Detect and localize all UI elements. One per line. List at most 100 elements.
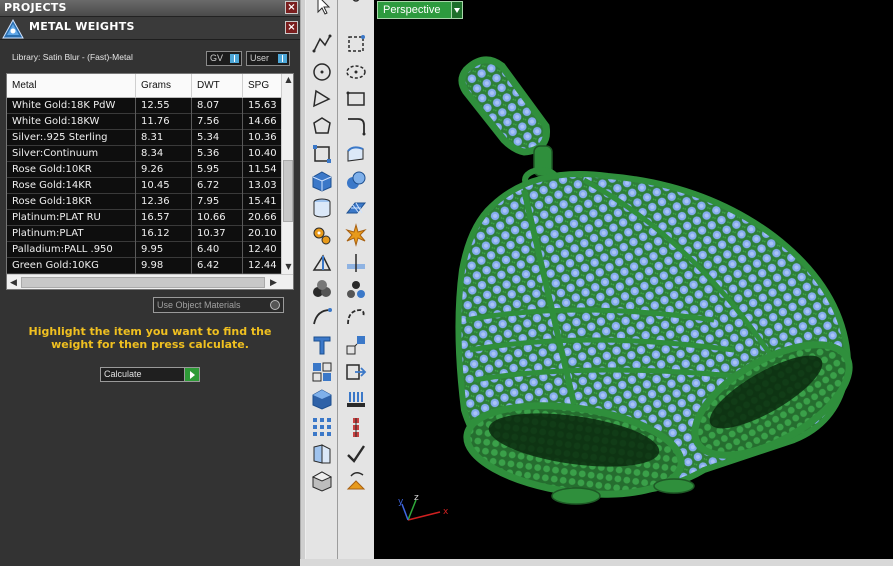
pointer-icon[interactable] bbox=[309, 0, 335, 18]
calculate-button[interactable]: Calculate bbox=[100, 367, 200, 382]
dashed-square-icon[interactable] bbox=[343, 31, 369, 57]
boxes-icon[interactable] bbox=[309, 359, 335, 385]
use-object-materials-label: Use Object Materials bbox=[157, 300, 241, 310]
pendant-bells bbox=[455, 171, 853, 505]
column-stack-icon[interactable] bbox=[343, 414, 369, 440]
grid-array-icon[interactable] bbox=[309, 414, 335, 440]
scroll-left-icon[interactable]: ◀ bbox=[7, 275, 20, 289]
cell-spg: 11.54 bbox=[243, 162, 283, 178]
calculate-label: Calculate bbox=[104, 369, 142, 379]
starburst-icon[interactable] bbox=[343, 222, 369, 248]
projects-close-icon[interactable]: × bbox=[285, 1, 298, 14]
metal-table: Metal Grams DWT SPG White Gold:18K PdW 12… bbox=[6, 73, 294, 290]
3d-viewport[interactable]: Perspective x z y bbox=[374, 0, 893, 566]
table-row[interactable]: White Gold:18KW 11.76 7.56 14.66 bbox=[7, 114, 283, 130]
prongs-icon[interactable] bbox=[343, 386, 369, 412]
rectangle-icon[interactable] bbox=[343, 86, 369, 112]
x-axis-label: x bbox=[443, 507, 449, 517]
ellipse-dashed-icon[interactable] bbox=[343, 59, 369, 85]
book-panel-icon[interactable] bbox=[309, 441, 335, 467]
user-switch-icon bbox=[278, 54, 287, 63]
cube-icon[interactable] bbox=[309, 168, 335, 194]
column-header-spg[interactable]: SPG bbox=[243, 74, 283, 98]
table-row[interactable]: Rose Gold:10KR 9.26 5.95 11.54 bbox=[7, 162, 283, 178]
cell-spg: 20.10 bbox=[243, 226, 283, 242]
gears-icon[interactable] bbox=[309, 222, 335, 248]
gv-toggle[interactable]: GV bbox=[206, 51, 242, 66]
flow-curve-icon[interactable] bbox=[343, 468, 369, 494]
pendant-bail bbox=[458, 56, 560, 193]
scroll-right-icon[interactable]: ▶ bbox=[267, 275, 280, 289]
cell-metal: Palladium:PALL .950 bbox=[7, 242, 136, 258]
table-row[interactable]: Silver:.925 Sterling 8.31 5.34 10.36 bbox=[7, 130, 283, 146]
resize-diagonal-icon[interactable] bbox=[343, 332, 369, 358]
cell-grams: 16.12 bbox=[136, 226, 192, 242]
table-row[interactable]: Rose Gold:14KR 10.45 6.72 13.03 bbox=[7, 178, 283, 194]
left-panel: PROJECTS × METAL WEIGHTS × Library: Sati… bbox=[0, 0, 300, 566]
cell-metal: Rose Gold:14KR bbox=[7, 178, 136, 194]
fillet-curve-icon[interactable] bbox=[343, 113, 369, 139]
status-strip bbox=[300, 559, 893, 566]
triangle-curve-icon[interactable] bbox=[309, 86, 335, 112]
node-icon[interactable] bbox=[343, 0, 369, 18]
checkmark-icon[interactable] bbox=[343, 441, 369, 467]
spiral-curve-icon[interactable] bbox=[343, 304, 369, 330]
scroll-up-icon[interactable]: ▲ bbox=[282, 74, 293, 86]
boolean-spheres-icon[interactable] bbox=[343, 168, 369, 194]
metal-weights-close-icon[interactable]: × bbox=[285, 21, 298, 34]
edit-points-icon[interactable] bbox=[309, 141, 335, 167]
user-toggle[interactable]: User bbox=[246, 51, 290, 66]
play-arrow-icon[interactable] bbox=[184, 368, 199, 381]
cell-grams: 16.57 bbox=[136, 210, 192, 226]
bend-shape-icon[interactable] bbox=[343, 141, 369, 167]
perspective-view-dropdown[interactable]: Perspective bbox=[377, 1, 463, 19]
cell-spg: 10.36 bbox=[243, 130, 283, 146]
polyline-icon[interactable] bbox=[309, 31, 335, 57]
column-header-grams[interactable]: Grams bbox=[136, 74, 192, 98]
cell-metal: Rose Gold:10KR bbox=[7, 162, 136, 178]
table-row[interactable]: Rose Gold:18KR 12.36 7.95 15.41 bbox=[7, 194, 283, 210]
table-row[interactable]: Green Gold:10KG 9.98 6.42 12.44 bbox=[7, 258, 283, 274]
table-row[interactable]: Palladium:PALL .950 9.95 6.40 12.40 bbox=[7, 242, 283, 258]
cell-spg: 20.66 bbox=[243, 210, 283, 226]
chevron-down-icon[interactable] bbox=[451, 1, 463, 19]
library-row: Library: Satin Blur - (Fast)-Metal GV Us… bbox=[0, 50, 300, 66]
cylinder-icon[interactable] bbox=[309, 195, 335, 221]
cell-grams: 11.76 bbox=[136, 114, 192, 130]
cell-metal: White Gold:18KW bbox=[7, 114, 136, 130]
column-header-dwt[interactable]: DWT bbox=[192, 74, 243, 98]
horizontal-scroll-thumb[interactable] bbox=[21, 277, 265, 288]
cell-dwt: 10.37 bbox=[192, 226, 243, 242]
box-solid-icon[interactable] bbox=[309, 386, 335, 412]
table-row[interactable]: White Gold:18K PdW 12.55 8.07 15.63 bbox=[7, 98, 283, 114]
cell-spg: 12.44 bbox=[243, 258, 283, 274]
cell-dwt: 8.07 bbox=[192, 98, 243, 114]
table-row[interactable]: Silver:Continuum 8.34 5.36 10.40 bbox=[7, 146, 283, 162]
circle-icon[interactable] bbox=[309, 59, 335, 85]
curve-arc-icon[interactable] bbox=[309, 304, 335, 330]
gem-cluster-icon[interactable] bbox=[343, 277, 369, 303]
cell-grams: 8.31 bbox=[136, 130, 192, 146]
cube-shadow-icon[interactable] bbox=[309, 468, 335, 494]
use-object-materials-radio-icon[interactable] bbox=[270, 300, 280, 310]
surface-grid-icon[interactable] bbox=[343, 195, 369, 221]
text-t-icon[interactable] bbox=[309, 332, 335, 358]
table-row[interactable]: Platinum:PLAT RU 16.57 10.66 20.66 bbox=[7, 210, 283, 226]
column-header-metal[interactable]: Metal bbox=[7, 74, 136, 98]
user-label: User bbox=[250, 53, 270, 63]
cell-grams: 9.95 bbox=[136, 242, 192, 258]
cell-metal: Silver:Continuum bbox=[7, 146, 136, 162]
arrow-rect-icon[interactable] bbox=[343, 359, 369, 385]
spheres-icon[interactable] bbox=[309, 277, 335, 303]
cut-plane-icon[interactable] bbox=[343, 250, 369, 276]
table-row[interactable]: Platinum:PLAT 16.12 10.37 20.10 bbox=[7, 226, 283, 242]
vertical-scroll-thumb[interactable] bbox=[283, 160, 293, 222]
vertical-scrollbar[interactable]: ▲ ▼ bbox=[281, 74, 293, 274]
use-object-materials-option[interactable]: Use Object Materials bbox=[153, 297, 284, 313]
cell-dwt: 7.95 bbox=[192, 194, 243, 210]
horizontal-scrollbar[interactable]: ◀ ▶ bbox=[7, 274, 293, 289]
draft-angle-icon[interactable] bbox=[309, 250, 335, 276]
polygon-icon[interactable] bbox=[309, 113, 335, 139]
bell-pendant-model bbox=[455, 56, 853, 505]
scroll-down-icon[interactable]: ▼ bbox=[282, 261, 293, 273]
